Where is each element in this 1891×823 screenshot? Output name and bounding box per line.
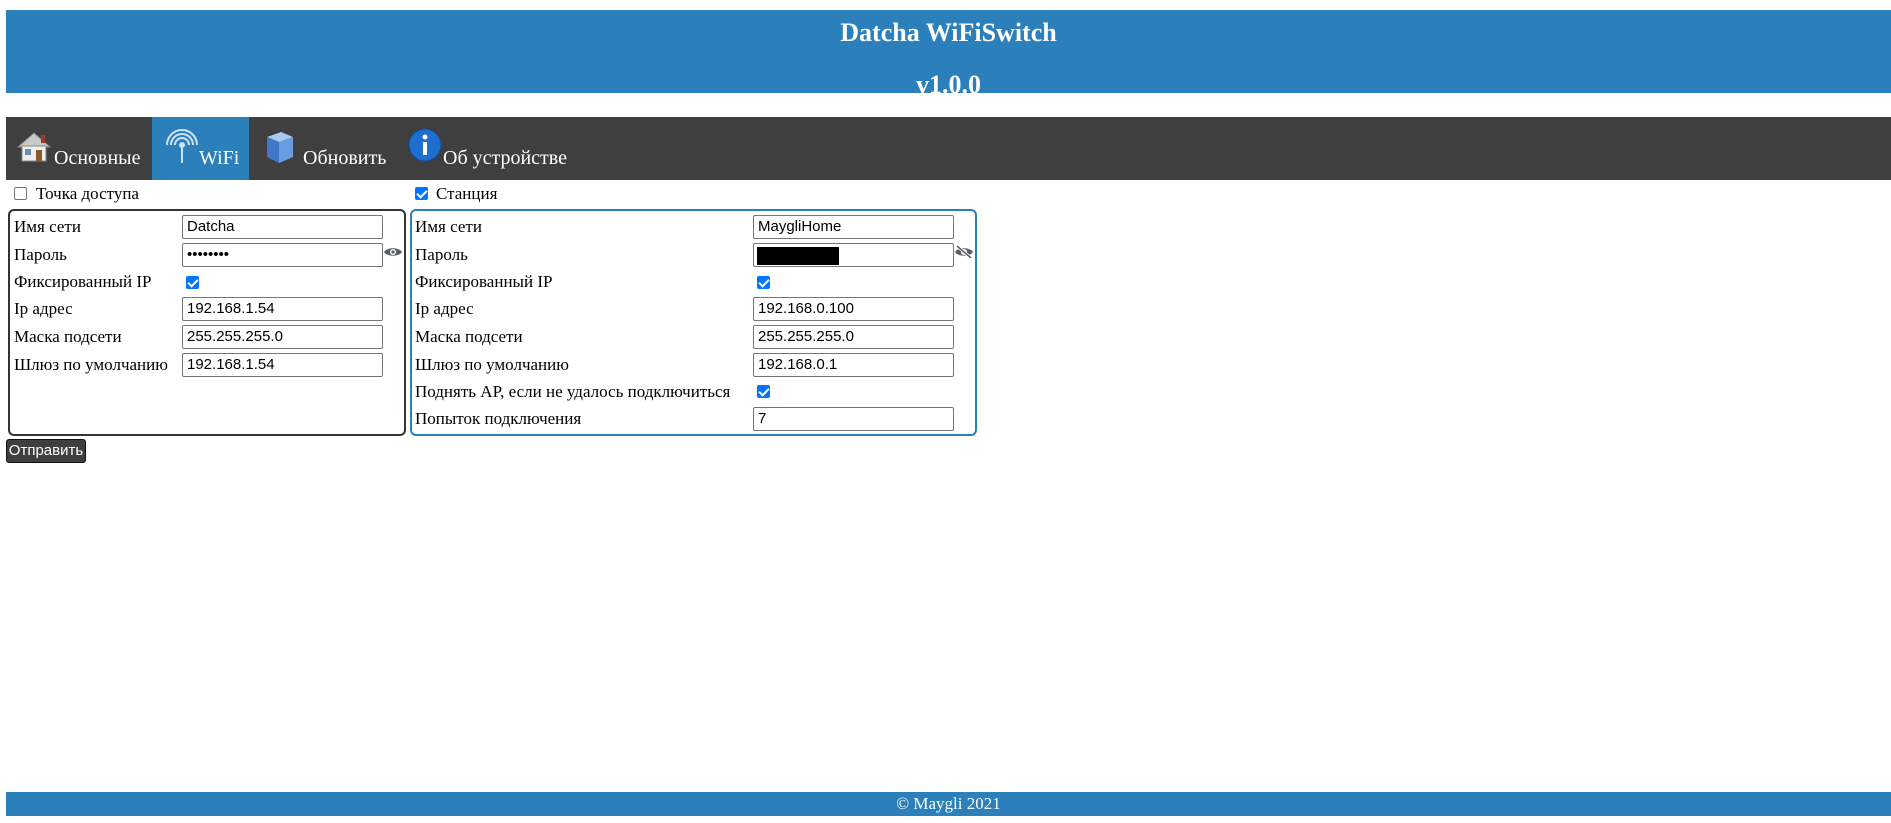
station-mask-input[interactable]: 255.255.255.0 <box>753 325 954 349</box>
update-box-icon <box>267 132 293 163</box>
ap-mask-input[interactable]: 255.255.255.0 <box>182 325 383 349</box>
tab-wifi-label: WiFi <box>199 147 240 169</box>
station-ssid-label: Имя сети <box>415 217 482 236</box>
redacted-password <box>757 247 839 265</box>
hide-password-icon[interactable] <box>954 245 974 259</box>
station-mask-label: Маска подсети <box>415 327 523 346</box>
station-attempts-label: Попыток подключения <box>415 409 582 428</box>
ap-gateway-input[interactable]: 192.168.1.54 <box>182 353 383 377</box>
ap-ssid-label: Имя сети <box>14 217 81 236</box>
tab-about[interactable]: Об устройстве <box>404 117 584 180</box>
ap-password-label: Пароль <box>14 245 67 264</box>
ap-ssid-input[interactable]: Datcha <box>182 215 383 239</box>
ap-static-ip-checkbox[interactable] <box>186 276 199 289</box>
station-ip-input[interactable]: 192.168.0.100 <box>753 297 954 321</box>
info-icon <box>408 128 442 162</box>
app-title: Datcha WiFiSwitch <box>840 18 1057 47</box>
station-attempts-input[interactable]: 7 <box>753 407 954 431</box>
station-gateway-label: Шлюз по умолчанию <box>415 355 569 374</box>
antenna-icon <box>166 129 198 163</box>
station-password-label: Пароль <box>415 245 468 264</box>
tab-update[interactable]: Обновить <box>249 117 395 180</box>
tab-wifi[interactable]: WiFi <box>152 117 249 180</box>
station-label: Станция <box>436 184 498 203</box>
ap-mask-label: Маска подсети <box>14 327 122 346</box>
app-version: v1.0.0 <box>916 70 981 99</box>
house-icon <box>16 132 52 162</box>
ap-password-input[interactable]: •••••••• <box>182 243 383 267</box>
station-checkbox[interactable] <box>415 187 428 200</box>
tab-main[interactable]: Основные <box>6 117 152 180</box>
station-password-input[interactable] <box>753 243 954 267</box>
ap-gateway-label: Шлюз по умолчанию <box>14 355 168 374</box>
ap-ip-input[interactable]: 192.168.1.54 <box>182 297 383 321</box>
submit-button[interactable]: Отправить <box>6 439 86 463</box>
page-footer: © Maygli 2021 <box>6 792 1891 816</box>
ap-ip-label: Ip адрес <box>14 299 73 318</box>
station-static-ip-label: Фиксированный IP <box>415 272 553 291</box>
tab-about-label: Об устройстве <box>443 147 568 169</box>
station-ssid-input[interactable]: MaygliHome <box>753 215 954 239</box>
station-static-ip-checkbox[interactable] <box>757 276 770 289</box>
access-point-checkbox[interactable] <box>14 187 27 200</box>
page-header: Datcha WiFiSwitch v1.0.0 <box>6 10 1891 99</box>
station-fallback-ap-label: Поднять AP, если не удалось подключиться <box>415 382 731 401</box>
ap-static-ip-label: Фиксированный IP <box>14 272 152 291</box>
station-ip-label: Ip адрес <box>415 299 474 318</box>
tab-update-label: Обновить <box>303 147 387 169</box>
tab-main-label: Основные <box>54 147 141 169</box>
station-fallback-ap-checkbox[interactable] <box>757 385 770 398</box>
nav-bar: Основные WiFi Обновить Об устройстве <box>6 117 1891 180</box>
show-password-icon[interactable] <box>383 245 403 259</box>
access-point-label: Точка доступа <box>36 184 139 203</box>
station-gateway-input[interactable]: 192.168.0.1 <box>753 353 954 377</box>
